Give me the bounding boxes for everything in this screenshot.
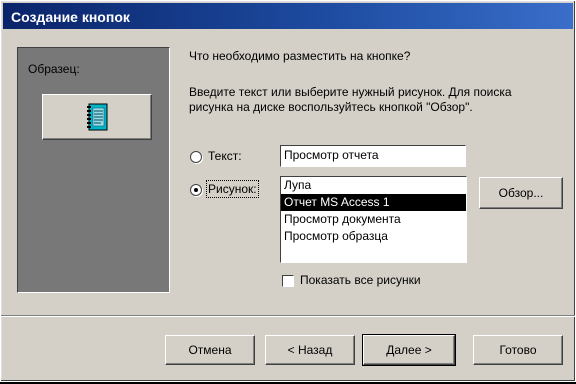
instructions-line-1: Введите текст или выберите нужный рисуно…	[189, 85, 512, 99]
question-text: Что необходимо разместить на кнопке?	[189, 49, 411, 63]
list-item[interactable]: Лупа	[281, 177, 466, 194]
list-item[interactable]: Просмотр образца	[281, 228, 466, 245]
text-radio-label[interactable]: Текст:	[208, 149, 242, 163]
picture-radio[interactable]	[190, 184, 202, 196]
footer-separator	[1, 315, 575, 317]
window-title: Создание кнопок	[11, 9, 130, 25]
radio-selected-dot	[194, 188, 198, 192]
show-all-pictures-label[interactable]: Показать все рисунки	[300, 273, 421, 287]
cancel-button[interactable]: Отмена	[165, 335, 255, 365]
button-text-input[interactable]: Просмотр отчета	[280, 145, 466, 167]
title-bar[interactable]: Создание кнопок	[3, 3, 573, 29]
finish-button[interactable]: Готово	[473, 335, 563, 365]
browse-button[interactable]: Обзор...	[479, 177, 563, 209]
list-item-selected[interactable]: Отчет MS Access 1	[281, 194, 466, 211]
back-button[interactable]: < Назад	[265, 335, 355, 365]
picture-radio-label[interactable]: Рисунок:	[206, 180, 259, 198]
next-button[interactable]: Далее >	[362, 334, 456, 366]
show-all-pictures-checkbox[interactable]	[282, 275, 294, 287]
text-radio[interactable]	[190, 151, 202, 163]
create-button-dialog: Создание кнопок Образец: Что необходимо …	[0, 0, 576, 382]
report-icon	[87, 103, 108, 131]
instructions-line-2: рисунка на диске воспользуйтесь кнопкой …	[189, 100, 473, 114]
picture-list[interactable]: Лупа Отчет MS Access 1 Просмотр документ…	[280, 176, 467, 263]
sample-panel: Образец:	[17, 47, 170, 293]
sample-button-preview	[42, 94, 152, 140]
sample-label: Образец:	[28, 62, 80, 76]
list-item[interactable]: Просмотр документа	[281, 211, 466, 228]
